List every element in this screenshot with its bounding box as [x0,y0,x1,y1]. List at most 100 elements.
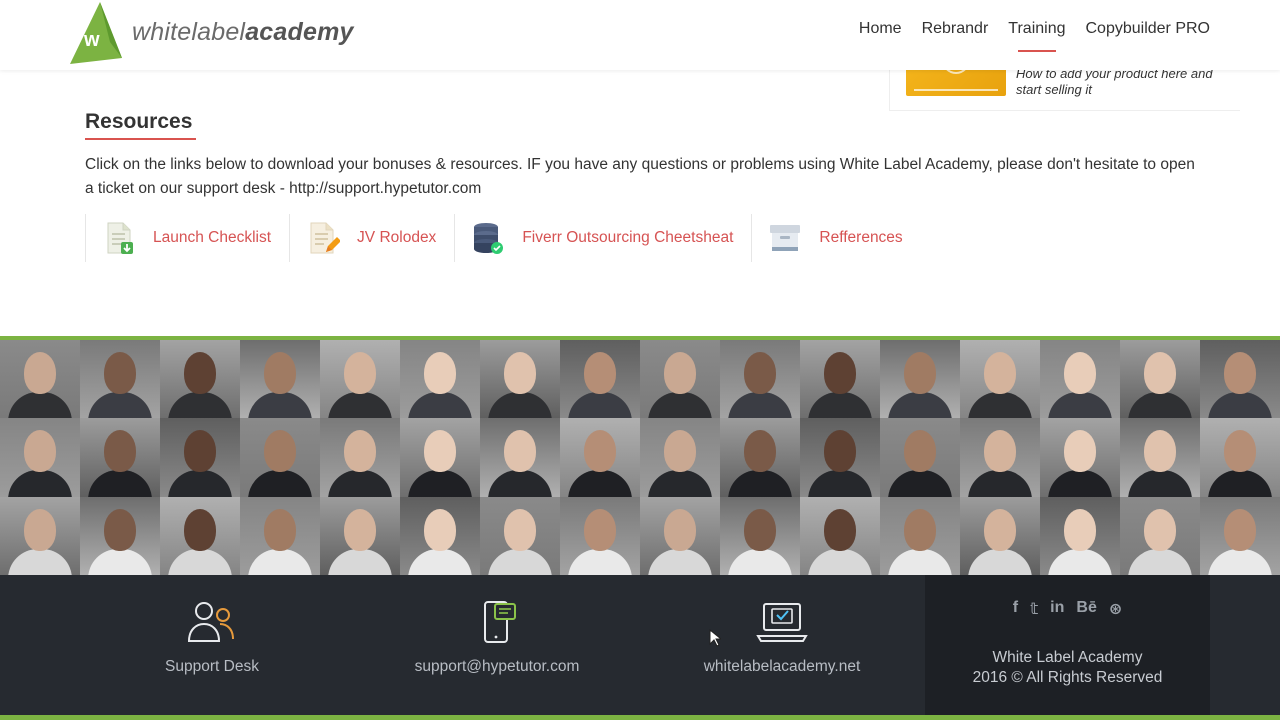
site-logo[interactable]: w whitelabelacademy [70,2,354,64]
portrait-photo [720,418,800,497]
portrait-photo [240,340,320,419]
footer-support-label: Support Desk [165,658,259,675]
resource-label: Launch Checklist [153,229,272,246]
portrait-photo [800,418,880,497]
portrait-photo [1040,418,1120,497]
resources-heading: Resources [85,110,193,133]
resource-label: JV Rolodex [357,229,437,246]
portrait-photo [1120,496,1200,575]
portrait-photo [160,418,240,497]
svg-text:w: w [83,29,100,51]
portrait-photo [400,496,480,575]
portrait-photo [160,340,240,419]
faces-collage [0,340,1280,575]
portrait-photo [320,496,400,575]
video-title[interactable]: How to add your product here and start s… [1016,66,1226,98]
portrait-photo [1120,418,1200,497]
resources-description: Click on the links below to download you… [85,156,1195,197]
resource-label: Fiverr Outsourcing Cheetsheat [522,229,734,246]
footer-support-desk[interactable]: Support Desk [152,575,272,715]
mobile-chat-icon [484,601,516,643]
nav-training[interactable]: Training [1008,20,1065,44]
portrait-photo [640,340,720,419]
facebook-icon[interactable]: f [1013,599,1018,619]
site-footer: Support Desk support@hypetutor.com white… [0,575,1280,715]
portrait-photo [240,496,320,575]
portrait-photo [880,496,960,575]
nav-home[interactable]: Home [859,20,902,44]
footer-email[interactable]: support@hypetutor.com [407,575,587,715]
resource-link-jv-rolodex[interactable]: JV Rolodex [289,214,454,262]
portrait-photo [800,496,880,575]
portrait-photo [1200,496,1280,575]
document-download-icon [107,222,133,254]
logo-mark-icon: w [70,2,122,64]
portrait-photo [720,496,800,575]
portrait-photo [320,340,400,419]
laptop-check-icon [756,603,808,642]
portrait-photo [0,418,80,497]
portrait-photo [640,496,720,575]
copyright: White Label Academy 2016 © All Rights Re… [925,648,1210,688]
portrait-photo [80,340,160,419]
site-header: w whitelabelacademy Home Rebrandr Traini… [0,0,1280,70]
footer-accent-bar [0,715,1280,720]
resource-link-fiverr-outsourcing[interactable]: Fiverr Outsourcing Cheetsheat [454,214,751,262]
portrait-photo [960,496,1040,575]
footer-email-label: support@hypetutor.com [414,658,580,675]
portrait-photo [480,418,560,497]
portrait-photo [560,418,640,497]
social-links: f 𝕥 in Bē ⊛ [925,599,1210,619]
portrait-photo [0,340,80,419]
resource-links: Launch Checklist JV Rolodex Fiverr Outso… [85,214,921,262]
mouse-cursor-icon [709,629,721,647]
portrait-photo [0,496,80,575]
nav-copybuilder-pro[interactable]: Copybuilder PRO [1086,20,1211,44]
portrait-photo [960,340,1040,419]
portrait-photo [400,340,480,419]
document-pencil-icon [310,222,341,254]
portrait-photo [480,340,560,419]
copyright-line-2: 2016 © All Rights Reserved [972,669,1163,686]
portrait-photo [160,496,240,575]
resource-link-refferences[interactable]: Refferences [751,214,920,262]
portrait-photo [560,496,640,575]
main-nav: Home Rebrandr Training Copybuilder PRO [859,20,1210,44]
copyright-line-1: White Label Academy [992,649,1143,666]
footer-social-panel: f 𝕥 in Bē ⊛ White Label Academy 2016 © A… [925,575,1210,715]
resource-link-launch-checklist[interactable]: Launch Checklist [85,214,289,262]
nav-rebrandr[interactable]: Rebrandr [922,20,989,44]
portrait-photo [960,418,1040,497]
footer-website-label: whitelabelacademy.net [703,658,861,675]
database-check-icon [474,223,504,254]
portrait-photo [560,340,640,419]
portrait-photo [1040,496,1120,575]
logo-text: whitelabelacademy [132,18,354,47]
video-progress-bar [914,89,998,91]
portrait-photo [1040,340,1120,419]
portrait-photo [640,418,720,497]
footer-website[interactable]: whitelabelacademy.net [697,575,867,715]
portrait-photo [1120,340,1200,419]
portrait-photo [1200,340,1280,419]
dribbble-icon[interactable]: ⊛ [1109,599,1122,619]
portrait-photo [480,496,560,575]
behance-icon[interactable]: Bē [1076,599,1096,619]
logo-text-light: whitelabel [132,17,246,46]
users-icon [187,602,234,642]
portrait-photo [400,418,480,497]
archive-box-icon [770,225,801,251]
portrait-photo [80,418,160,497]
resource-label: Refferences [819,229,903,246]
heading-underline [85,138,196,140]
portrait-photo [880,418,960,497]
portrait-photo [80,496,160,575]
portrait-photo [720,340,800,419]
linkedin-icon[interactable]: in [1050,599,1064,619]
portrait-photo [240,418,320,497]
portrait-photo [1200,418,1280,497]
twitter-icon[interactable]: 𝕥 [1030,599,1038,619]
portrait-photo [800,340,880,419]
logo-text-bold: academy [245,17,354,46]
portrait-photo [880,340,960,419]
